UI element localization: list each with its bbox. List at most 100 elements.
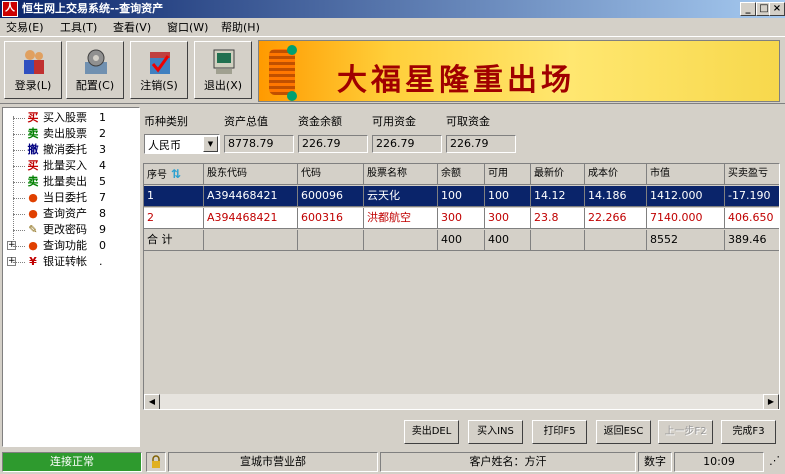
logoff-button[interactable]: 注销(S) <box>130 41 188 99</box>
tree-item[interactable]: ✎ 更改密码 9 <box>3 222 139 238</box>
promo-banner[interactable]: 大福星隆重出场 <box>258 40 780 102</box>
table-total-row[interactable]: 合 计 400 400 8552 389.46 <box>144 230 779 251</box>
finish-button[interactable]: 完成F3 <box>721 420 776 444</box>
table-header[interactable]: 序号 ⇅ 股东代码 代码 股票名称 余额 可用 最新价 成本价 市值 买卖盈亏 <box>144 164 779 185</box>
exit-label: 退出(X) <box>203 79 243 92</box>
menu-help[interactable]: 帮助(H) <box>221 20 260 35</box>
table-cell: 14.186 <box>585 186 647 207</box>
table-cell: 最新价 <box>531 164 585 185</box>
input-mode: 数字 <box>638 452 672 472</box>
tree-item[interactable]: 卖批量卖出 5 <box>3 174 139 190</box>
tree-item-label: 银证转帐 <box>43 255 87 268</box>
sell-button[interactable]: 卖出DEL <box>404 420 459 444</box>
cell-text: 400 <box>441 233 462 246</box>
close-button[interactable]: × <box>769 2 785 16</box>
tree-item-icon: 撤 <box>27 143 39 156</box>
config-button[interactable]: 配置(C) <box>66 41 124 99</box>
previous-step-button: 上一步F2 <box>658 420 713 444</box>
exit-icon <box>213 49 235 74</box>
tree-item-shortcut: 4 <box>99 159 106 172</box>
tree-item-label: 卖出股票 <box>43 127 87 140</box>
table-cell: 股票名称 <box>364 164 438 185</box>
sort-icon[interactable]: ⇅ <box>171 164 181 184</box>
tree-item-shortcut: 9 <box>99 223 106 236</box>
table-cell: 2 <box>144 208 204 229</box>
total-assets-value: 8778.79 <box>224 135 294 153</box>
minimize-button[interactable]: _ <box>740 2 756 16</box>
cell-text: 合 计 <box>147 233 173 246</box>
exit-button[interactable]: 退出(X) <box>194 41 252 99</box>
tree-item[interactable]: 卖卖出股票 2 <box>3 126 139 142</box>
tree-item-shortcut: 1 <box>99 111 106 124</box>
print-button[interactable]: 打印F5 <box>532 420 587 444</box>
resize-grip-icon[interactable]: ⋰ <box>766 452 783 472</box>
tree-item-shortcut: 3 <box>99 143 106 156</box>
chevron-down-icon[interactable]: ▼ <box>203 136 218 152</box>
banner-orb <box>287 45 297 55</box>
tree-item[interactable]: + ¥ 银证转帐. <box>3 254 139 270</box>
cell-text: 8552 <box>650 233 678 246</box>
login-button[interactable]: 登录(L) <box>4 41 62 99</box>
table-cell: 300 <box>485 208 531 229</box>
buy-button[interactable]: 买入INS <box>468 420 523 444</box>
tree-connector <box>13 134 25 135</box>
currency-label: 币种类别 <box>144 115 188 128</box>
tree-connector <box>13 198 25 199</box>
cell-text: 股东代码 <box>207 168 247 179</box>
table-cell: 余额 <box>438 164 485 185</box>
banner-text: 大福星隆重出场 <box>337 63 575 98</box>
tree-item-label: 撤消委托 <box>43 143 87 156</box>
menu-tools[interactable]: 工具(T) <box>60 20 97 35</box>
table-cell: 600096 <box>298 186 364 207</box>
main-window: 人 恒生网上交易系统--查询资产 _ □ × 交易(E) 工具(T) 查看(V)… <box>0 0 785 474</box>
tree-connector <box>13 246 25 247</box>
tree-item-label: 买入股票 <box>43 111 87 124</box>
fund-balance-label: 资金余额 <box>298 115 342 128</box>
clock: 10:09 <box>674 452 764 472</box>
tree-item-icon: ● <box>28 207 38 220</box>
tree-item[interactable]: + ● 查询功能 0 <box>3 238 139 254</box>
cell-text: 1412.000 <box>650 189 703 202</box>
tree-item[interactable]: 买批量买入 4 <box>3 158 139 174</box>
table-cell: 序号 ⇅ <box>144 164 204 185</box>
menu-view[interactable]: 查看(V) <box>113 20 151 35</box>
cell-text: 406.650 <box>728 211 774 224</box>
tree-item[interactable]: 买买入股票 1 <box>3 110 139 126</box>
tree-item-icon: 买 <box>27 111 39 124</box>
status-bar: 连接正常 宣城市营业部 客户姓名：方汗 数字 10:09 ⋰ <box>0 450 785 474</box>
table-cell <box>204 230 298 251</box>
tree-item[interactable]: 撤撤消委托 3 <box>3 142 139 158</box>
currency-select[interactable]: 人民币 ▼ <box>144 134 220 154</box>
tree-connector <box>13 230 25 231</box>
tree-item-shortcut: 0 <box>99 239 106 252</box>
menu-window[interactable]: 窗口(W) <box>167 20 208 35</box>
available-funds-value: 226.79 <box>372 135 442 153</box>
cell-text: 可用 <box>488 168 508 179</box>
cell-text: 300 <box>441 211 462 224</box>
scroll-left-icon[interactable]: ◀ <box>144 394 160 409</box>
function-tree: 买买入股票 1 卖卖出股票 2 撤撤消委托 3 买批量买入 4 卖批量卖出 5 ● 当日委托 7 ● 查询资… <box>2 107 140 447</box>
table-cell: 可用 <box>485 164 531 185</box>
tree-item-shortcut: 2 <box>99 127 106 140</box>
tree-item[interactable]: ● 查询资产 8 <box>3 206 139 222</box>
back-button[interactable]: 返回ESC <box>596 420 651 444</box>
table-row[interactable]: 1 A394468421 600096 云天化 100 100 14.12 14.186 141… <box>144 186 779 207</box>
branch-name: 宣城市营业部 <box>168 452 378 472</box>
title-bar[interactable]: 人 恒生网上交易系统--查询资产 _ □ × <box>0 0 785 18</box>
table-cell: 市值 <box>647 164 725 185</box>
tree-item[interactable]: ● 当日委托 7 <box>3 190 139 206</box>
cell-text: 股票名称 <box>367 168 407 179</box>
table-cell: 买卖盈亏 <box>725 164 779 185</box>
tree-item-icon: ● <box>28 191 38 204</box>
table-cell: 406.650 <box>725 208 779 229</box>
menu-trade[interactable]: 交易(E) <box>6 20 44 35</box>
cell-text: 389.46 <box>728 233 767 246</box>
cell-text: 22.266 <box>588 211 627 224</box>
scroll-right-icon[interactable]: ▶ <box>763 394 779 409</box>
table-row[interactable]: 2 A394468421 600316 洪都航空 300 300 23.8 22.266 714… <box>144 208 779 229</box>
table-cell: 成本价 <box>585 164 647 185</box>
tree-connector <box>13 182 25 183</box>
cell-text: -17.190 <box>728 189 771 202</box>
horizontal-scrollbar[interactable]: ◀ ▶ <box>144 393 779 409</box>
customer-name: 客户姓名：方汗 <box>380 452 636 472</box>
